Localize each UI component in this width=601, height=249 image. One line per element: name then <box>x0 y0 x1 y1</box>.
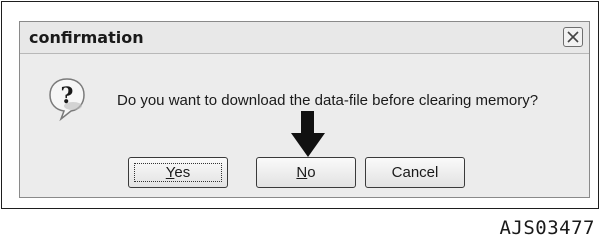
confirmation-message: Do you want to download the data-file be… <box>117 92 539 109</box>
no-button[interactable]: No <box>256 157 356 188</box>
confirmation-dialog: confirmation ? Do you want to download t… <box>19 21 590 198</box>
question-icon: ? <box>49 78 85 122</box>
pointer-arrow-icon <box>291 111 325 157</box>
title-bar[interactable]: confirmation <box>20 22 589 54</box>
figure-id: AJS03477 <box>499 217 595 239</box>
yes-button[interactable]: Yes <box>128 157 228 188</box>
no-button-label: No <box>296 164 315 181</box>
no-label-rest: o <box>307 164 316 181</box>
no-mnemonic: N <box>296 164 308 181</box>
dialog-title: confirmation <box>29 28 144 47</box>
close-icon <box>567 31 579 43</box>
cancel-button[interactable]: Cancel <box>365 157 465 188</box>
figure-frame: confirmation ? Do you want to download t… <box>1 1 599 209</box>
close-button[interactable] <box>563 27 583 47</box>
svg-text:?: ? <box>61 83 74 109</box>
yes-label-rest: es <box>174 164 191 181</box>
yes-button-label: Yes <box>166 164 190 181</box>
cancel-button-label: Cancel <box>391 164 439 181</box>
